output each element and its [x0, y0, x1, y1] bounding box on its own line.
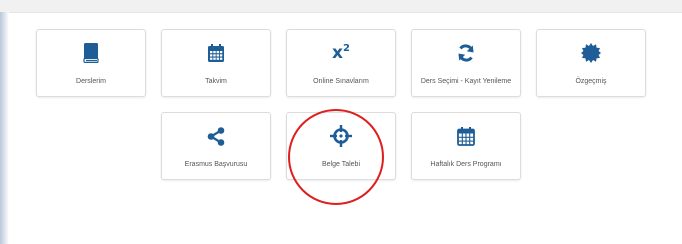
share-icon — [162, 125, 270, 147]
calendar-icon — [162, 42, 270, 64]
tile-label: Takvim — [205, 78, 227, 85]
tile-derslerim[interactable]: Derslerim — [36, 29, 146, 97]
tile-label: Ders Seçimi - Kayıt Yenileme — [420, 78, 512, 85]
crosshair-icon — [287, 125, 395, 147]
tile-takvim[interactable]: Takvim — [161, 29, 271, 97]
tile-ders-secimi[interactable]: Ders Seçimi - Kayıt Yenileme — [411, 29, 521, 97]
tile-ozgecmis[interactable]: Özgeçmiş — [536, 29, 646, 97]
tile-erasmus-basvurusu[interactable]: Erasmus Başvurusu — [161, 112, 271, 180]
tile-label: Haftalık Ders Programı — [430, 161, 502, 168]
tile-haftalik-ders-programi[interactable]: Haftalık Ders Programı — [411, 112, 521, 180]
tile-belge-talebi[interactable]: Belge Talebi — [286, 112, 396, 180]
book-icon — [37, 42, 145, 64]
calendar-grid-icon — [412, 125, 520, 147]
tile-label: Erasmus Başvurusu — [184, 161, 248, 168]
tile-label: Belge Talebi — [321, 161, 360, 168]
tile-label: Özgeçmiş — [575, 78, 607, 85]
tile-label: Online Sınavlarım — [313, 78, 369, 85]
refresh-icon — [412, 42, 520, 64]
superscript-x2-icon: x2 — [332, 43, 350, 63]
left-edge-shadow — [0, 12, 9, 244]
tile-label: Derslerim — [76, 78, 106, 85]
certificate-icon — [537, 42, 645, 64]
top-bar — [0, 0, 682, 13]
tile-online-sinavlarim[interactable]: x2 Online Sınavlarım — [286, 29, 396, 97]
